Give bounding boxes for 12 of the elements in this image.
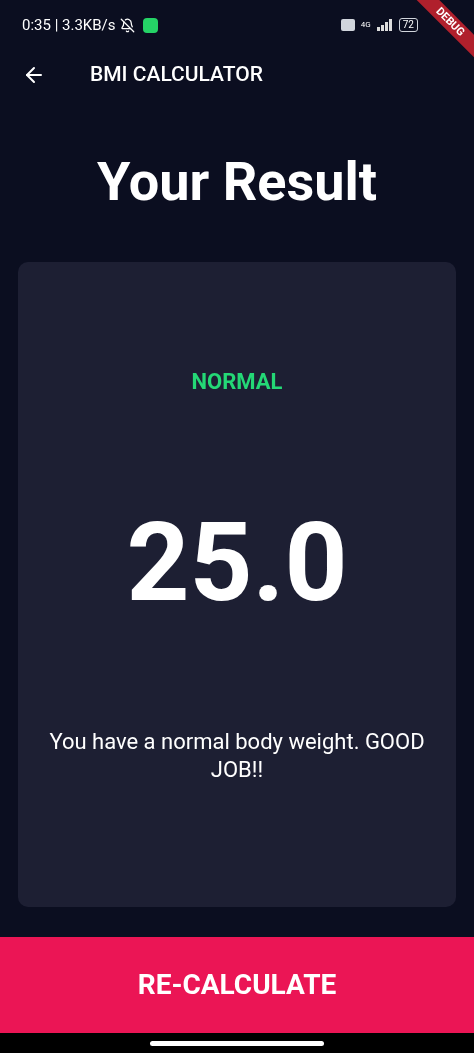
status-time: 0:35 | 3.3KB/s bbox=[22, 14, 116, 36]
battery-level: 72 bbox=[398, 18, 418, 32]
result-heading: Your Result bbox=[97, 148, 377, 215]
bmi-category: NORMAL bbox=[191, 368, 283, 396]
bmi-value: 25.0 bbox=[126, 508, 348, 618]
app-bar-title: BMI CALCULATOR bbox=[90, 61, 263, 89]
recalculate-button[interactable]: RE-CALCULATE bbox=[0, 937, 474, 1033]
signal-icon bbox=[376, 19, 393, 31]
chat-app-icon bbox=[142, 17, 158, 33]
network-label: 4G bbox=[360, 21, 371, 29]
bell-off-icon bbox=[119, 17, 135, 33]
result-message: You have a normal body weight. GOOD JOB!! bbox=[48, 728, 426, 784]
